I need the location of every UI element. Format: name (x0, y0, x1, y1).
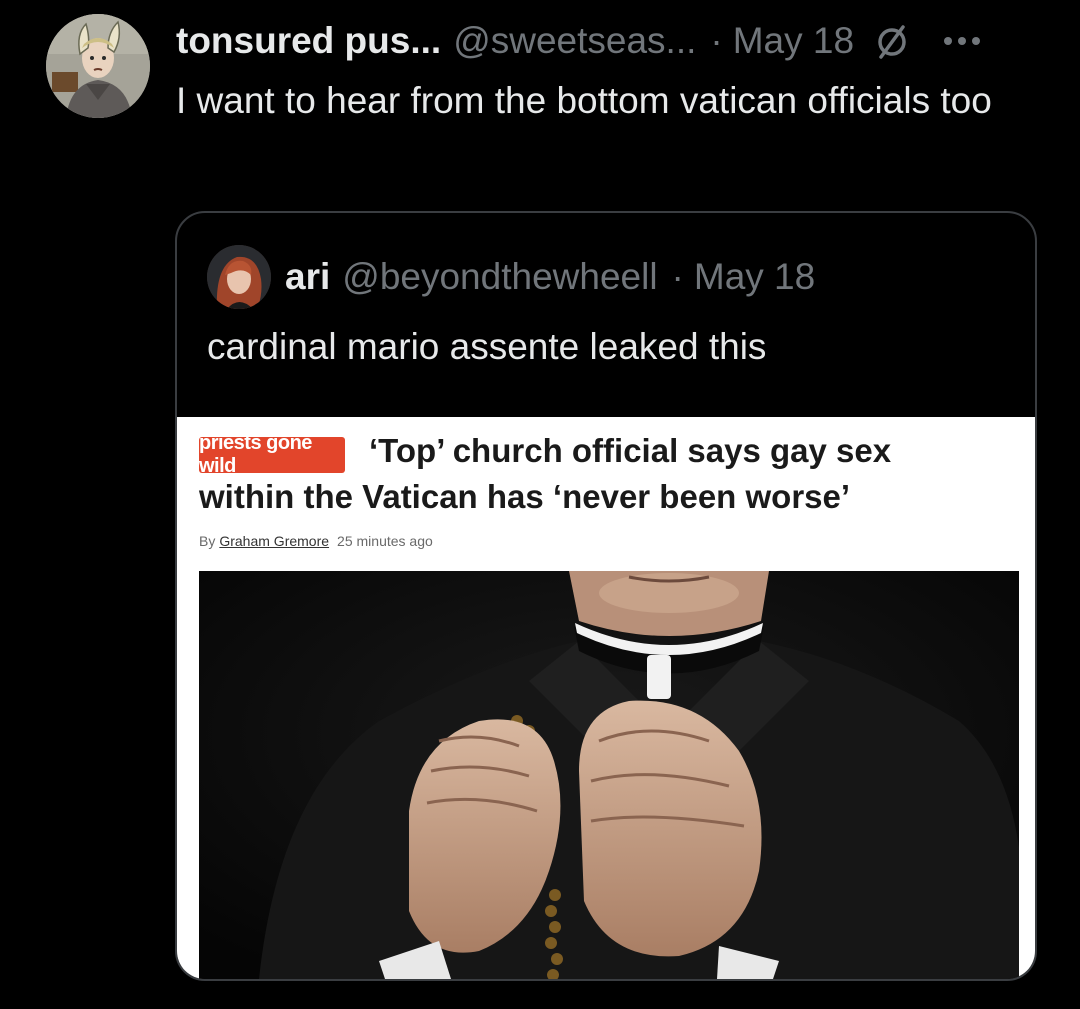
article-author: Graham Gremore (219, 533, 330, 549)
article-headline-line-1: ‘Top’ church official says gay sex (369, 432, 892, 469)
separator-dot: · (710, 20, 723, 61)
article-category-tag: priests gone wild (199, 432, 345, 477)
byline-prefix: By (199, 533, 216, 549)
quoted-tweet-header: ari @beyondthewheell · May 18 (285, 253, 815, 301)
author-avatar[interactable] (46, 14, 150, 118)
article-screenshot[interactable]: priests gone wild ‘Top’ church official … (177, 417, 1035, 979)
quoted-tweet-date[interactable]: May 18 (694, 256, 815, 298)
article-headline-line-2: within the Vatican has ‘never been worse… (199, 478, 851, 515)
tweet-date[interactable]: May 18 (733, 20, 854, 62)
tweet-text: I want to hear from the bottom vatican o… (176, 80, 992, 121)
quoted-tweet-card[interactable]: ari @beyondthewheell · May 18 cardinal m… (175, 211, 1037, 981)
article-time: 25 minutes ago (337, 533, 433, 549)
cartoon-monk-avatar-icon (46, 14, 150, 118)
author-display-name[interactable]: tonsured pus... (176, 20, 441, 62)
profile-photo-avatar-icon (207, 245, 271, 309)
quoted-author-display-name[interactable]: ari (285, 256, 330, 298)
author-handle[interactable]: @sweetseas... (453, 20, 696, 62)
article-byline: By Graham Gremore 25 minutes ago (199, 533, 433, 549)
quoted-tweet-text: cardinal mario assente leaked this (207, 326, 767, 367)
more-options-icon[interactable] (942, 35, 982, 47)
separator-dot: · (671, 256, 684, 297)
tweet-header: tonsured pus... @sweetseas... · May 18 (176, 18, 982, 64)
null-circle-icon (872, 21, 912, 61)
priest-holding-rosary-photo (199, 571, 1019, 979)
quoted-author-handle[interactable]: @beyondthewheell (342, 256, 657, 298)
quoted-author-avatar[interactable] (207, 245, 271, 309)
